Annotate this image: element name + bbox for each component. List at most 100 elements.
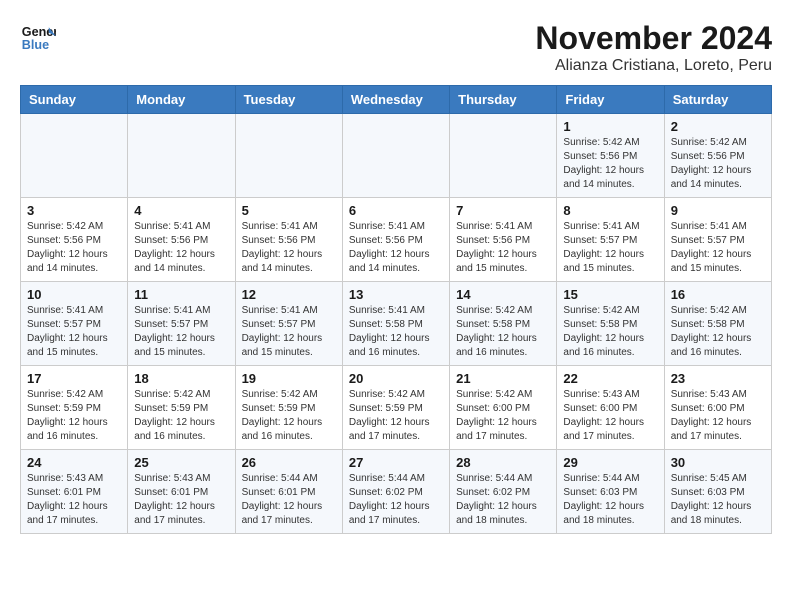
day-number: 17: [27, 371, 121, 386]
day-info: Sunrise: 5:41 AMSunset: 5:56 PMDaylight:…: [134, 220, 228, 276]
day-info: Sunrise: 5:42 AMSunset: 5:59 PMDaylight:…: [242, 388, 336, 444]
month-title: November 2024: [535, 20, 772, 57]
calendar-cell: 13Sunrise: 5:41 AMSunset: 5:58 PMDayligh…: [342, 282, 449, 366]
calendar-cell: 3 Sunrise: 5:42 AMSunset: 5:56 PMDaylight…: [21, 198, 128, 282]
calendar-cell: [450, 114, 557, 198]
calendar-cell: 4 Sunrise: 5:41 AMSunset: 5:56 PMDaylight…: [128, 198, 235, 282]
calendar-cell: 1 Sunrise: 5:42 AMSunset: 5:56 PMDaylight…: [557, 114, 664, 198]
day-number: 4: [134, 203, 228, 218]
calendar-cell: 2 Sunrise: 5:42 AMSunset: 5:56 PMDaylight…: [664, 114, 771, 198]
calendar-cell: [342, 114, 449, 198]
calendar-cell: 22 Sunrise: 5:43 AMSunset: 6:00 PMDayligh…: [557, 366, 664, 450]
day-info: Sunrise: 5:41 AMSunset: 5:57 PMDaylight:…: [27, 304, 121, 360]
calendar-cell: 27 Sunrise: 5:44 AMSunset: 6:02 PMDayligh…: [342, 450, 449, 534]
calendar-cell: 18Sunrise: 5:42 AMSunset: 5:59 PMDayligh…: [128, 366, 235, 450]
calendar-cell: 8Sunrise: 5:41 AMSunset: 5:57 PMDaylight…: [557, 198, 664, 282]
day-info: Sunrise: 5:44 AMSunset: 6:03 PMDaylight:…: [563, 472, 657, 528]
day-info: Sunrise: 5:44 AMSunset: 6:02 PMDaylight:…: [456, 472, 550, 528]
day-number: 1: [563, 119, 657, 134]
day-number: 7: [456, 203, 550, 218]
day-number: 23: [671, 371, 765, 386]
day-info: Sunrise: 5:41 AMSunset: 5:56 PMDaylight:…: [349, 220, 443, 276]
day-number: 14: [456, 287, 550, 302]
day-info: Sunrise: 5:42 AMSunset: 5:59 PMDaylight:…: [134, 388, 228, 444]
day-info: Sunrise: 5:44 AMSunset: 6:01 PMDaylight:…: [242, 472, 336, 528]
calendar-cell: 23 Sunrise: 5:43 AMSunset: 6:00 PMDayligh…: [664, 366, 771, 450]
week-row-3: 10Sunrise: 5:41 AMSunset: 5:57 PMDayligh…: [21, 282, 772, 366]
day-number: 27: [349, 455, 443, 470]
week-row-1: 1 Sunrise: 5:42 AMSunset: 5:56 PMDaylight…: [21, 114, 772, 198]
subtitle: Alianza Cristiana, Loreto, Peru: [535, 57, 772, 75]
header-thursday: Thursday: [450, 86, 557, 114]
week-row-2: 3 Sunrise: 5:42 AMSunset: 5:56 PMDaylight…: [21, 198, 772, 282]
calendar-cell: 14 Sunrise: 5:42 AMSunset: 5:58 PMDayligh…: [450, 282, 557, 366]
header-friday: Friday: [557, 86, 664, 114]
day-number: 28: [456, 455, 550, 470]
calendar-cell: 10Sunrise: 5:41 AMSunset: 5:57 PMDayligh…: [21, 282, 128, 366]
day-info: Sunrise: 5:45 AMSunset: 6:03 PMDaylight:…: [671, 472, 765, 528]
calendar-cell: 17 Sunrise: 5:42 AMSunset: 5:59 PMDayligh…: [21, 366, 128, 450]
calendar-cell: 5 Sunrise: 5:41 AMSunset: 5:56 PMDaylight…: [235, 198, 342, 282]
day-info: Sunrise: 5:43 AMSunset: 6:00 PMDaylight:…: [563, 388, 657, 444]
title-area: November 2024 Alianza Cristiana, Loreto,…: [535, 20, 772, 75]
day-number: 2: [671, 119, 765, 134]
calendar-cell: 30 Sunrise: 5:45 AMSunset: 6:03 PMDayligh…: [664, 450, 771, 534]
logo: General Blue: [20, 20, 56, 56]
day-info: Sunrise: 5:42 AMSunset: 5:58 PMDaylight:…: [563, 304, 657, 360]
day-info: Sunrise: 5:44 AMSunset: 6:02 PMDaylight:…: [349, 472, 443, 528]
day-number: 16: [671, 287, 765, 302]
day-info: Sunrise: 5:42 AMSunset: 5:59 PMDaylight:…: [349, 388, 443, 444]
calendar-cell: 20 Sunrise: 5:42 AMSunset: 5:59 PMDayligh…: [342, 366, 449, 450]
calendar-cell: 7 Sunrise: 5:41 AMSunset: 5:56 PMDaylight…: [450, 198, 557, 282]
calendar-cell: 19 Sunrise: 5:42 AMSunset: 5:59 PMDayligh…: [235, 366, 342, 450]
calendar-cell: 21Sunrise: 5:42 AMSunset: 6:00 PMDayligh…: [450, 366, 557, 450]
calendar-cell: [128, 114, 235, 198]
calendar-cell: [235, 114, 342, 198]
calendar-cell: 24 Sunrise: 5:43 AMSunset: 6:01 PMDayligh…: [21, 450, 128, 534]
calendar-cell: 11 Sunrise: 5:41 AMSunset: 5:57 PMDayligh…: [128, 282, 235, 366]
day-info: Sunrise: 5:41 AMSunset: 5:56 PMDaylight:…: [456, 220, 550, 276]
day-info: Sunrise: 5:42 AMSunset: 5:56 PMDaylight:…: [671, 136, 765, 192]
day-number: 20: [349, 371, 443, 386]
day-number: 8: [563, 203, 657, 218]
day-info: Sunrise: 5:42 AMSunset: 5:56 PMDaylight:…: [563, 136, 657, 192]
header-sunday: Sunday: [21, 86, 128, 114]
day-number: 22: [563, 371, 657, 386]
header-wednesday: Wednesday: [342, 86, 449, 114]
calendar-cell: 25 Sunrise: 5:43 AMSunset: 6:01 PMDayligh…: [128, 450, 235, 534]
week-row-4: 17 Sunrise: 5:42 AMSunset: 5:59 PMDayligh…: [21, 366, 772, 450]
day-info: Sunrise: 5:41 AMSunset: 5:56 PMDaylight:…: [242, 220, 336, 276]
calendar-table: Sunday Monday Tuesday Wednesday Thursday…: [20, 85, 772, 534]
day-number: 26: [242, 455, 336, 470]
day-info: Sunrise: 5:41 AMSunset: 5:57 PMDaylight:…: [134, 304, 228, 360]
calendar-header-row: Sunday Monday Tuesday Wednesday Thursday…: [21, 86, 772, 114]
svg-text:Blue: Blue: [22, 38, 49, 52]
day-number: 6: [349, 203, 443, 218]
day-number: 15: [563, 287, 657, 302]
day-info: Sunrise: 5:43 AMSunset: 6:01 PMDaylight:…: [27, 472, 121, 528]
day-number: 24: [27, 455, 121, 470]
day-number: 5: [242, 203, 336, 218]
day-number: 3: [27, 203, 121, 218]
calendar-cell: 12 Sunrise: 5:41 AMSunset: 5:57 PMDayligh…: [235, 282, 342, 366]
day-number: 11: [134, 287, 228, 302]
calendar-cell: 16Sunrise: 5:42 AMSunset: 5:58 PMDayligh…: [664, 282, 771, 366]
day-number: 12: [242, 287, 336, 302]
day-info: Sunrise: 5:42 AMSunset: 5:59 PMDaylight:…: [27, 388, 121, 444]
day-number: 25: [134, 455, 228, 470]
day-info: Sunrise: 5:41 AMSunset: 5:57 PMDaylight:…: [242, 304, 336, 360]
header-tuesday: Tuesday: [235, 86, 342, 114]
header-monday: Monday: [128, 86, 235, 114]
page-header: General Blue November 2024 Alianza Crist…: [20, 20, 772, 75]
calendar-cell: 26 Sunrise: 5:44 AMSunset: 6:01 PMDayligh…: [235, 450, 342, 534]
day-info: Sunrise: 5:43 AMSunset: 6:01 PMDaylight:…: [134, 472, 228, 528]
day-number: 19: [242, 371, 336, 386]
header-saturday: Saturday: [664, 86, 771, 114]
calendar-cell: 15 Sunrise: 5:42 AMSunset: 5:58 PMDayligh…: [557, 282, 664, 366]
day-info: Sunrise: 5:42 AMSunset: 5:58 PMDaylight:…: [456, 304, 550, 360]
day-number: 30: [671, 455, 765, 470]
day-info: Sunrise: 5:42 AMSunset: 5:56 PMDaylight:…: [27, 220, 121, 276]
day-info: Sunrise: 5:43 AMSunset: 6:00 PMDaylight:…: [671, 388, 765, 444]
day-number: 29: [563, 455, 657, 470]
day-number: 21: [456, 371, 550, 386]
